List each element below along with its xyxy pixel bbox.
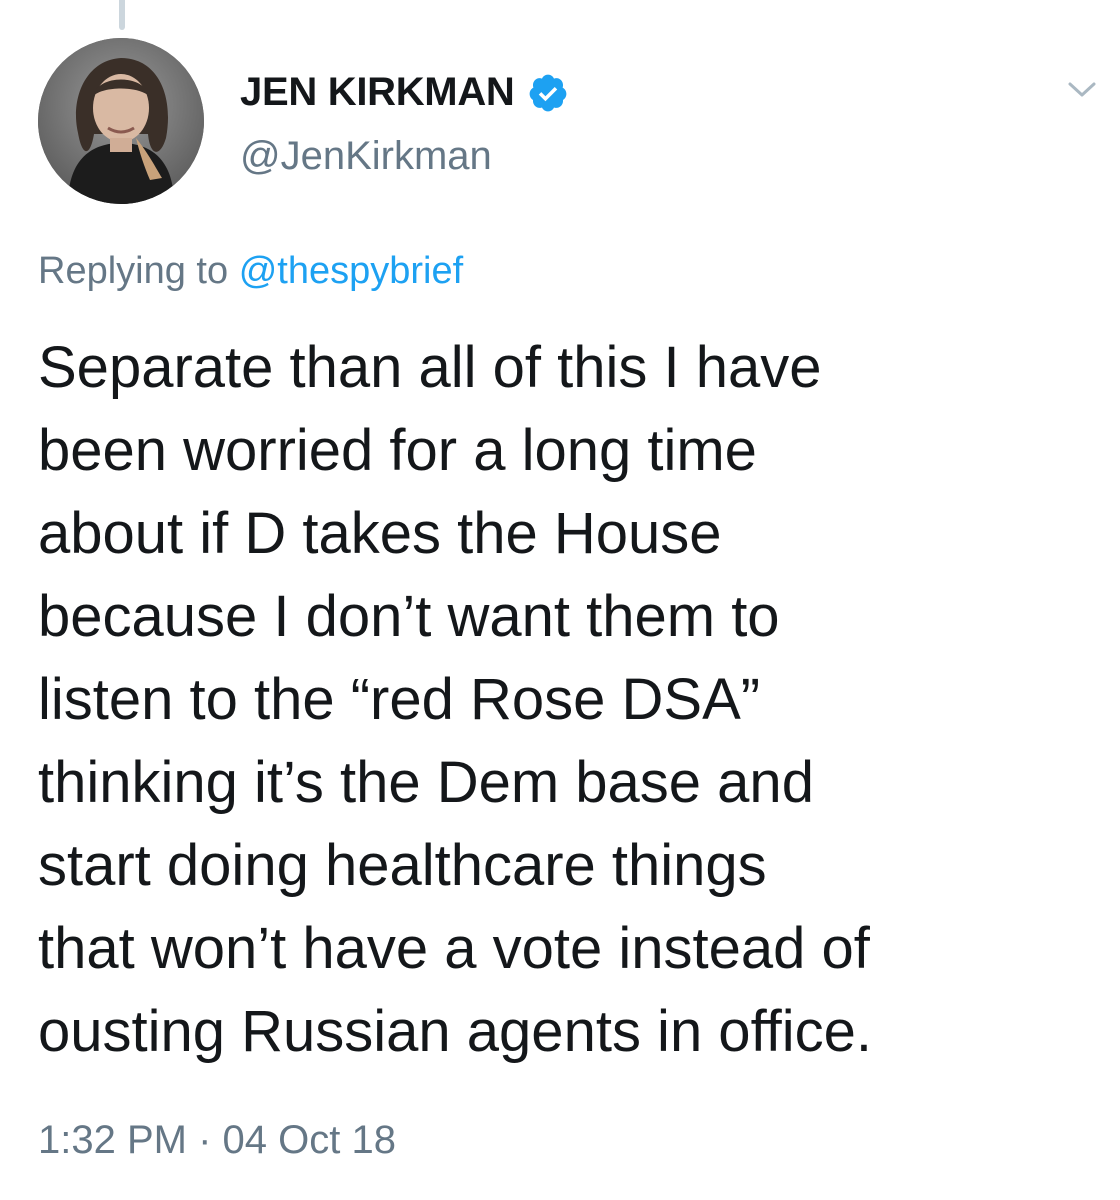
author-display-name[interactable]: JEN KIRKMAN xyxy=(240,70,515,115)
reply-prefix: Replying to xyxy=(38,250,229,292)
tweet-text-line: because I don’t want them to xyxy=(38,584,780,649)
thread-connector-line xyxy=(119,0,125,30)
avatar-photo xyxy=(38,38,204,204)
tweet-text-line: ousting Russian agents in office. xyxy=(38,999,873,1064)
tweet-text-line: listen to the “red Rose DSA” xyxy=(38,667,761,732)
avatar[interactable] xyxy=(38,38,204,204)
timestamp-time: 1:32 PM xyxy=(38,1118,187,1162)
timestamp-date: 04 Oct 18 xyxy=(222,1118,396,1162)
reply-mention-link[interactable]: @thespybrief xyxy=(239,250,463,292)
timestamp-separator: · xyxy=(198,1118,212,1162)
tweet-menu-button[interactable] xyxy=(1062,70,1102,110)
chevron-down-icon xyxy=(1068,82,1096,97)
tweet-text-line: thinking it’s the Dem base and xyxy=(38,750,814,815)
tweet-text-line: Separate than all of this I have xyxy=(38,335,822,400)
reply-context: Replying to @thespybrief xyxy=(38,250,463,293)
tweet-timestamp[interactable]: 1:32 PM · 04 Oct 18 xyxy=(38,1118,396,1163)
tweet-text-line: been worried for a long time xyxy=(38,418,757,483)
verified-badge-icon xyxy=(529,74,566,111)
tweet-text: Separate than all of this I have been wo… xyxy=(38,326,1098,1073)
author-name-row: JEN KIRKMAN xyxy=(240,70,569,115)
tweet-text-line: about if D takes the House xyxy=(38,501,722,566)
author-handle[interactable]: @JenKirkman xyxy=(240,134,492,179)
tweet-text-line: that won’t have a vote instead of xyxy=(38,916,870,981)
tweet-text-line: start doing healthcare things xyxy=(38,833,767,898)
